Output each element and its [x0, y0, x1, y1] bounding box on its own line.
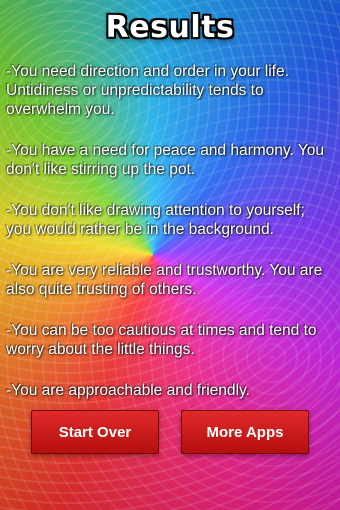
page-title: Results	[105, 10, 235, 45]
results-list: -You need direction and order in your li…	[6, 62, 334, 400]
result-item: -You need direction and order in your li…	[6, 63, 289, 118]
result-item: -You are very reliable and trustworthy. …	[6, 262, 323, 298]
result-item: -You have a need for peace and harmony. …	[6, 142, 324, 178]
result-item: -You are approachable and friendly.	[6, 382, 250, 399]
result-item: -You can be too cautious at times and te…	[6, 322, 317, 358]
start-over-button[interactable]: Start Over	[31, 410, 159, 454]
result-item: -You don't like drawing attention to you…	[6, 202, 305, 238]
more-apps-button[interactable]: More Apps	[181, 410, 309, 454]
